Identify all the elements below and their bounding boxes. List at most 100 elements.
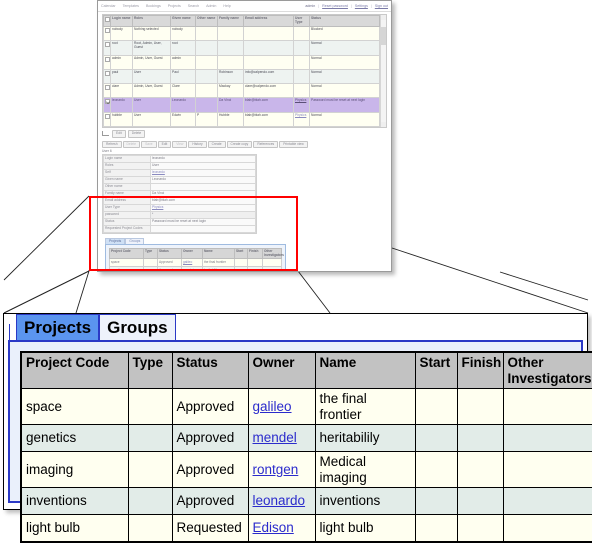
tab-groups[interactable]: Groups bbox=[99, 314, 176, 340]
cell-status: Approved bbox=[171, 451, 249, 489]
row-checkbox[interactable] bbox=[105, 113, 110, 119]
table-row[interactable]: paul User Paul Robinson info@calpendo.co… bbox=[103, 69, 380, 85]
table-row[interactable]: nobody Nothing selected nobody Blocked bbox=[103, 25, 380, 41]
nav-item-calendar[interactable]: Calendar bbox=[101, 4, 116, 8]
table-row[interactable]: hubble User Edwin P Hubble blah@blah.com… bbox=[103, 111, 380, 128]
col-finish[interactable]: Finish bbox=[456, 351, 504, 390]
cell-owner[interactable]: Edison bbox=[247, 514, 316, 543]
row-checkbox-checked[interactable] bbox=[105, 99, 110, 105]
cell-given: Paul bbox=[170, 69, 196, 85]
row-checkbox-cell[interactable] bbox=[103, 111, 111, 128]
owner-link[interactable]: leonardo bbox=[253, 493, 306, 508]
users-col-roles[interactable]: Roles bbox=[132, 15, 171, 27]
toolbar-create-copy-button[interactable]: Create copy bbox=[226, 140, 253, 149]
cell-other-investigators bbox=[502, 388, 592, 426]
nav-separator-3: | bbox=[370, 4, 372, 8]
col-project-code[interactable]: Project Code bbox=[20, 351, 129, 390]
row-checkbox-cell[interactable] bbox=[103, 54, 111, 71]
toolbar-edit-button[interactable]: Edit bbox=[157, 140, 172, 149]
toolbar-references-button[interactable]: References bbox=[253, 140, 279, 149]
owner-link[interactable]: Edison bbox=[253, 520, 294, 535]
detail-label: Login name bbox=[103, 155, 151, 164]
owner-link[interactable]: rontgen bbox=[253, 462, 299, 477]
table-row[interactable]: root Root, Admin, User, Guest root Norma… bbox=[103, 39, 380, 56]
scrollbar-thumb[interactable] bbox=[381, 27, 386, 45]
users-col-given-name[interactable]: Given name bbox=[170, 15, 196, 27]
cell-owner[interactable]: leonardo bbox=[247, 487, 316, 516]
table-row[interactable]: light bulb Requested Edison light bulb bbox=[20, 514, 592, 543]
row-checkbox-cell[interactable] bbox=[103, 39, 111, 56]
users-col-user-type[interactable]: User Type bbox=[293, 15, 310, 27]
row-checkbox[interactable] bbox=[105, 71, 110, 77]
toolbar-delete-button[interactable]: Delete bbox=[122, 140, 141, 149]
users-col-login-name[interactable]: Login name bbox=[110, 15, 133, 27]
table-row[interactable]: imaging Approved rontgen Medical imaging bbox=[20, 451, 592, 489]
col-owner[interactable]: Owner bbox=[247, 351, 316, 390]
tab-projects[interactable]: Projects bbox=[16, 314, 100, 340]
cell-family bbox=[217, 39, 244, 56]
resize-handle-icon[interactable] bbox=[102, 131, 109, 137]
table-row[interactable]: genetics Approved mendel heritabilily bbox=[20, 424, 592, 453]
table-row-selected[interactable]: leonardo User Leonardo Da Vinci blah@bla… bbox=[103, 97, 380, 113]
nav-item-templates[interactable]: Templates bbox=[123, 4, 139, 8]
table-row[interactable]: clare Admin, User, Guest Clare Mackay cl… bbox=[103, 83, 380, 99]
cell-name: inventions bbox=[314, 487, 416, 516]
users-col-email[interactable]: Email address bbox=[243, 15, 294, 27]
cell-login: leonardo bbox=[110, 97, 133, 113]
grid-delete-button[interactable]: Delete bbox=[127, 130, 146, 138]
toolbar-view-button[interactable]: View bbox=[172, 140, 188, 149]
nav-signout-link[interactable]: Sign out bbox=[375, 4, 388, 8]
cell-owner[interactable]: rontgen bbox=[247, 451, 316, 489]
toolbar-refresh-button[interactable]: Refresh bbox=[102, 140, 122, 149]
nav-item-help[interactable]: Help bbox=[223, 4, 230, 8]
cell-other bbox=[195, 83, 218, 99]
table-row[interactable]: space Approved galileo the final frontie… bbox=[20, 388, 592, 426]
nav-item-search[interactable]: Search bbox=[188, 4, 199, 8]
row-checkbox[interactable] bbox=[105, 56, 110, 62]
row-checkbox[interactable] bbox=[105, 85, 110, 91]
nav-settings-link[interactable]: Settings bbox=[355, 4, 368, 8]
detail-value: Leonardo bbox=[150, 176, 256, 185]
col-other-investigators[interactable]: Other Investigators bbox=[502, 351, 592, 390]
col-type[interactable]: Type bbox=[127, 351, 173, 390]
toolbar-save-button[interactable]: Save bbox=[141, 140, 157, 149]
projects-table: Project Code Type Status Owner Name Star… bbox=[20, 351, 592, 543]
scroll-down-arrow-icon[interactable] bbox=[381, 122, 386, 127]
grid-vertical-scrollbar[interactable] bbox=[380, 15, 386, 127]
scroll-up-arrow-icon[interactable] bbox=[381, 15, 386, 20]
owner-link[interactable]: mendel bbox=[253, 430, 297, 445]
col-status[interactable]: Status bbox=[171, 351, 249, 390]
row-checkbox-cell[interactable] bbox=[103, 97, 111, 113]
col-name[interactable]: Name bbox=[314, 351, 416, 390]
nav-item-projects[interactable]: Projects bbox=[168, 4, 181, 8]
cell-family: Robinson bbox=[217, 69, 244, 85]
detail-label: Self bbox=[103, 169, 151, 178]
row-checkbox[interactable] bbox=[105, 41, 110, 47]
owner-link[interactable]: galileo bbox=[253, 399, 292, 414]
table-row[interactable]: inventions Approved leonardo inventions bbox=[20, 487, 592, 516]
users-col-status[interactable]: Status bbox=[309, 15, 380, 27]
row-checkbox-cell[interactable] bbox=[103, 83, 111, 99]
nav-item-admin[interactable]: Admin bbox=[206, 4, 216, 8]
row-checkbox[interactable] bbox=[105, 27, 110, 33]
cell-start bbox=[414, 388, 458, 426]
toolbar-history-button[interactable]: History bbox=[188, 140, 207, 149]
col-start[interactable]: Start bbox=[414, 351, 458, 390]
table-row[interactable]: admin Admin, User, Guest admin Normal bbox=[103, 54, 380, 71]
select-all-checkbox[interactable] bbox=[105, 17, 110, 22]
cell-owner[interactable]: mendel bbox=[247, 424, 316, 453]
cell-usertype-link[interactable]: Physics bbox=[293, 97, 310, 113]
detail-value-link[interactable]: leonardo bbox=[150, 169, 256, 178]
grid-edit-button[interactable]: Edit bbox=[112, 130, 126, 138]
nav-item-bookings[interactable]: Bookings bbox=[146, 4, 161, 8]
cell-roles: User bbox=[132, 111, 171, 128]
users-col-family-name[interactable]: Family name bbox=[217, 15, 244, 27]
nav-reset-password-link[interactable]: Reset password bbox=[322, 4, 348, 8]
row-checkbox-cell[interactable] bbox=[103, 69, 111, 85]
cell-usertype-link[interactable]: Physics bbox=[293, 111, 310, 128]
users-col-other-name[interactable]: Other name bbox=[195, 15, 218, 27]
cell-owner[interactable]: galileo bbox=[247, 388, 316, 426]
toolbar-printable-view-button[interactable]: Printable view bbox=[279, 140, 308, 149]
toolbar-create-button[interactable]: Create bbox=[207, 140, 226, 149]
row-checkbox-cell[interactable] bbox=[103, 25, 111, 41]
